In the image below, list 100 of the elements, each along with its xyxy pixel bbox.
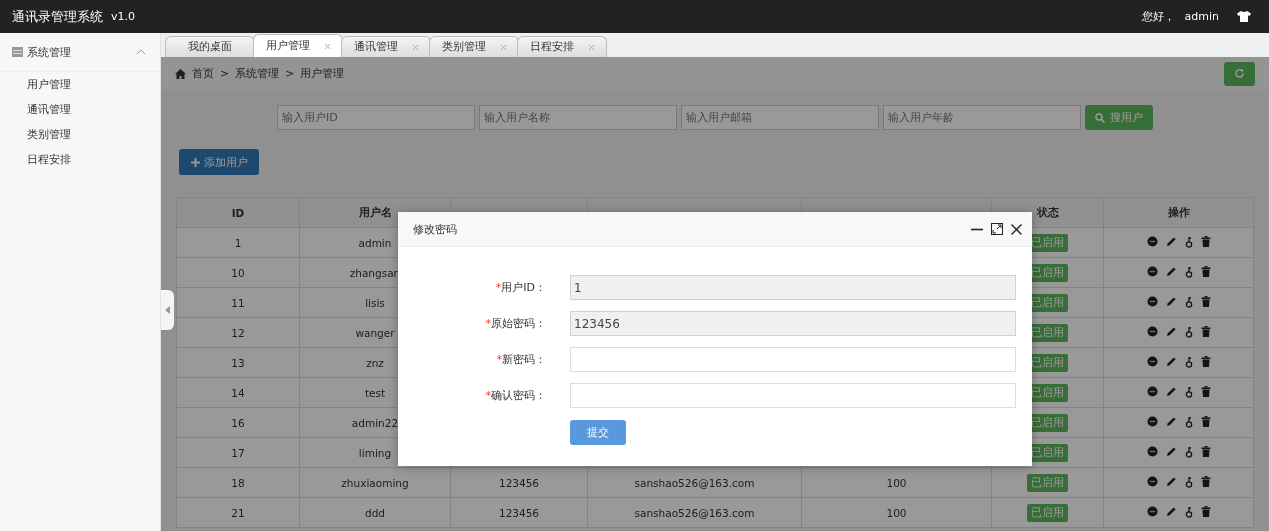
key-icon[interactable] bbox=[1184, 385, 1193, 398]
pencil-icon[interactable] bbox=[1165, 326, 1177, 338]
minus-circle-icon[interactable] bbox=[1146, 356, 1158, 368]
pencil-icon[interactable] bbox=[1165, 446, 1177, 458]
caret-icon[interactable] bbox=[136, 49, 146, 55]
trash-icon[interactable] bbox=[1200, 476, 1211, 488]
search-field[interactable]: 输入用户ID bbox=[277, 105, 475, 130]
minus-circle-icon[interactable] bbox=[1146, 446, 1158, 458]
minus-circle-icon[interactable] bbox=[1146, 416, 1158, 428]
breadcrumb-item: 用户管理 bbox=[300, 66, 345, 81]
trash-icon[interactable] bbox=[1200, 416, 1211, 428]
tab[interactable]: 我的桌面 bbox=[165, 36, 255, 57]
pencil-icon[interactable] bbox=[1165, 416, 1177, 428]
password-form-field[interactable] bbox=[570, 383, 1016, 408]
search-field[interactable]: 输入用户名称 bbox=[479, 105, 677, 130]
pencil-icon[interactable] bbox=[1165, 266, 1177, 278]
minus-circle-icon[interactable] bbox=[1146, 506, 1158, 518]
key-icon[interactable] bbox=[1184, 445, 1193, 458]
minus-circle-icon[interactable] bbox=[1146, 296, 1158, 308]
field-label: *原始密码： bbox=[484, 316, 547, 331]
table-cell: sanshao526@163.com bbox=[587, 467, 802, 498]
sidebar-item[interactable]: 日程安排 bbox=[0, 147, 160, 172]
minus-circle-icon[interactable] bbox=[1146, 476, 1158, 488]
column-header: ID bbox=[176, 197, 300, 228]
key-icon[interactable] bbox=[1184, 325, 1193, 338]
pencil-icon[interactable] bbox=[1165, 236, 1177, 248]
pencil-icon[interactable] bbox=[1165, 506, 1177, 518]
table-cell: 100 bbox=[801, 497, 992, 528]
trash-icon[interactable] bbox=[1200, 296, 1211, 308]
sidebar-item[interactable]: 类别管理 bbox=[0, 122, 160, 147]
table-cell: 13 bbox=[176, 347, 300, 378]
table-cell: 18 bbox=[176, 467, 300, 498]
plus-icon bbox=[190, 157, 200, 167]
minus-circle-icon[interactable] bbox=[1146, 386, 1158, 398]
table-cell: 11 bbox=[176, 287, 300, 318]
key-icon[interactable] bbox=[1184, 355, 1193, 368]
trash-icon[interactable] bbox=[1200, 356, 1211, 368]
trash-icon[interactable] bbox=[1200, 236, 1211, 248]
password-form-field[interactable] bbox=[570, 347, 1016, 372]
status-badge: 已启用 bbox=[1027, 503, 1068, 522]
home-icon bbox=[175, 68, 186, 79]
key-icon[interactable] bbox=[1184, 505, 1193, 518]
table-cell: 10 bbox=[176, 257, 300, 288]
tab[interactable]: 日程安排 bbox=[517, 36, 607, 57]
shirt-icon[interactable] bbox=[1237, 11, 1251, 22]
table-cell: 1 bbox=[176, 227, 300, 258]
trash-icon[interactable] bbox=[1200, 446, 1211, 458]
search-field[interactable]: 输入用户年龄 bbox=[883, 105, 1081, 130]
list-icon bbox=[12, 47, 23, 57]
minus-circle-icon[interactable] bbox=[1146, 236, 1158, 248]
minus-circle-icon[interactable] bbox=[1146, 266, 1158, 278]
menu-group[interactable]: 系统管理 bbox=[27, 44, 132, 60]
pencil-icon[interactable] bbox=[1165, 476, 1177, 488]
greeting-text: 您好， bbox=[1141, 9, 1175, 24]
field-label: *用户ID： bbox=[494, 280, 547, 295]
field-label: *新密码： bbox=[495, 352, 547, 367]
tab[interactable]: 类别管理 bbox=[429, 36, 519, 57]
sidebar-toggle[interactable] bbox=[161, 290, 174, 330]
trash-icon[interactable] bbox=[1200, 386, 1211, 398]
caret-icon bbox=[165, 306, 170, 314]
maximize-icon[interactable] bbox=[991, 223, 1003, 235]
sidebar-item[interactable]: 用户管理 bbox=[0, 72, 160, 97]
status-badge: 已启用 bbox=[1027, 473, 1068, 492]
table-cell: ddd bbox=[299, 497, 451, 528]
trash-icon[interactable] bbox=[1200, 266, 1211, 278]
table-cell: sanshao526@163.com bbox=[587, 497, 802, 528]
tab[interactable]: 用户管理 bbox=[253, 34, 343, 57]
close-icon[interactable] bbox=[1011, 223, 1022, 235]
pencil-icon[interactable] bbox=[1165, 386, 1177, 398]
key-icon[interactable] bbox=[1184, 235, 1193, 248]
user-name[interactable]: admin bbox=[1184, 10, 1219, 23]
trash-icon[interactable] bbox=[1200, 326, 1211, 338]
key-icon[interactable] bbox=[1184, 265, 1193, 278]
pencil-icon[interactable] bbox=[1165, 356, 1177, 368]
breadcrumb-item[interactable]: 系统管理 bbox=[235, 66, 280, 81]
table-cell: 123456 bbox=[450, 497, 588, 528]
key-icon[interactable] bbox=[1184, 415, 1193, 428]
table-cell: 12 bbox=[176, 317, 300, 348]
breadcrumb-separator: > bbox=[285, 67, 295, 80]
tab[interactable]: 通讯管理 bbox=[341, 36, 431, 57]
field-label: *确认密码： bbox=[484, 388, 547, 403]
minus-circle-icon[interactable] bbox=[1146, 326, 1158, 338]
key-icon[interactable] bbox=[1184, 475, 1193, 488]
breadcrumb-item[interactable]: 首页 bbox=[192, 66, 214, 81]
refresh-icon bbox=[1234, 68, 1245, 79]
search-field[interactable]: 输入用户邮箱 bbox=[681, 105, 879, 130]
column-header: 操作 bbox=[1103, 197, 1254, 228]
search-icon bbox=[1095, 112, 1105, 123]
table-cell: 17 bbox=[176, 437, 300, 468]
table-cell: 100 bbox=[801, 467, 992, 498]
trash-icon[interactable] bbox=[1200, 506, 1211, 518]
key-icon[interactable] bbox=[1184, 295, 1193, 308]
table-cell: zhuxiaoming bbox=[299, 467, 451, 498]
pencil-icon[interactable] bbox=[1165, 296, 1177, 308]
add-user-button[interactable]: 添加用户 bbox=[179, 149, 259, 175]
sidebar-item[interactable]: 通讯管理 bbox=[0, 97, 160, 122]
table-cell: 123456 bbox=[450, 467, 588, 498]
table-cell: 21 bbox=[176, 497, 300, 528]
table-cell: 14 bbox=[176, 377, 300, 408]
app-title: 通讯录管理系统 bbox=[12, 7, 103, 26]
